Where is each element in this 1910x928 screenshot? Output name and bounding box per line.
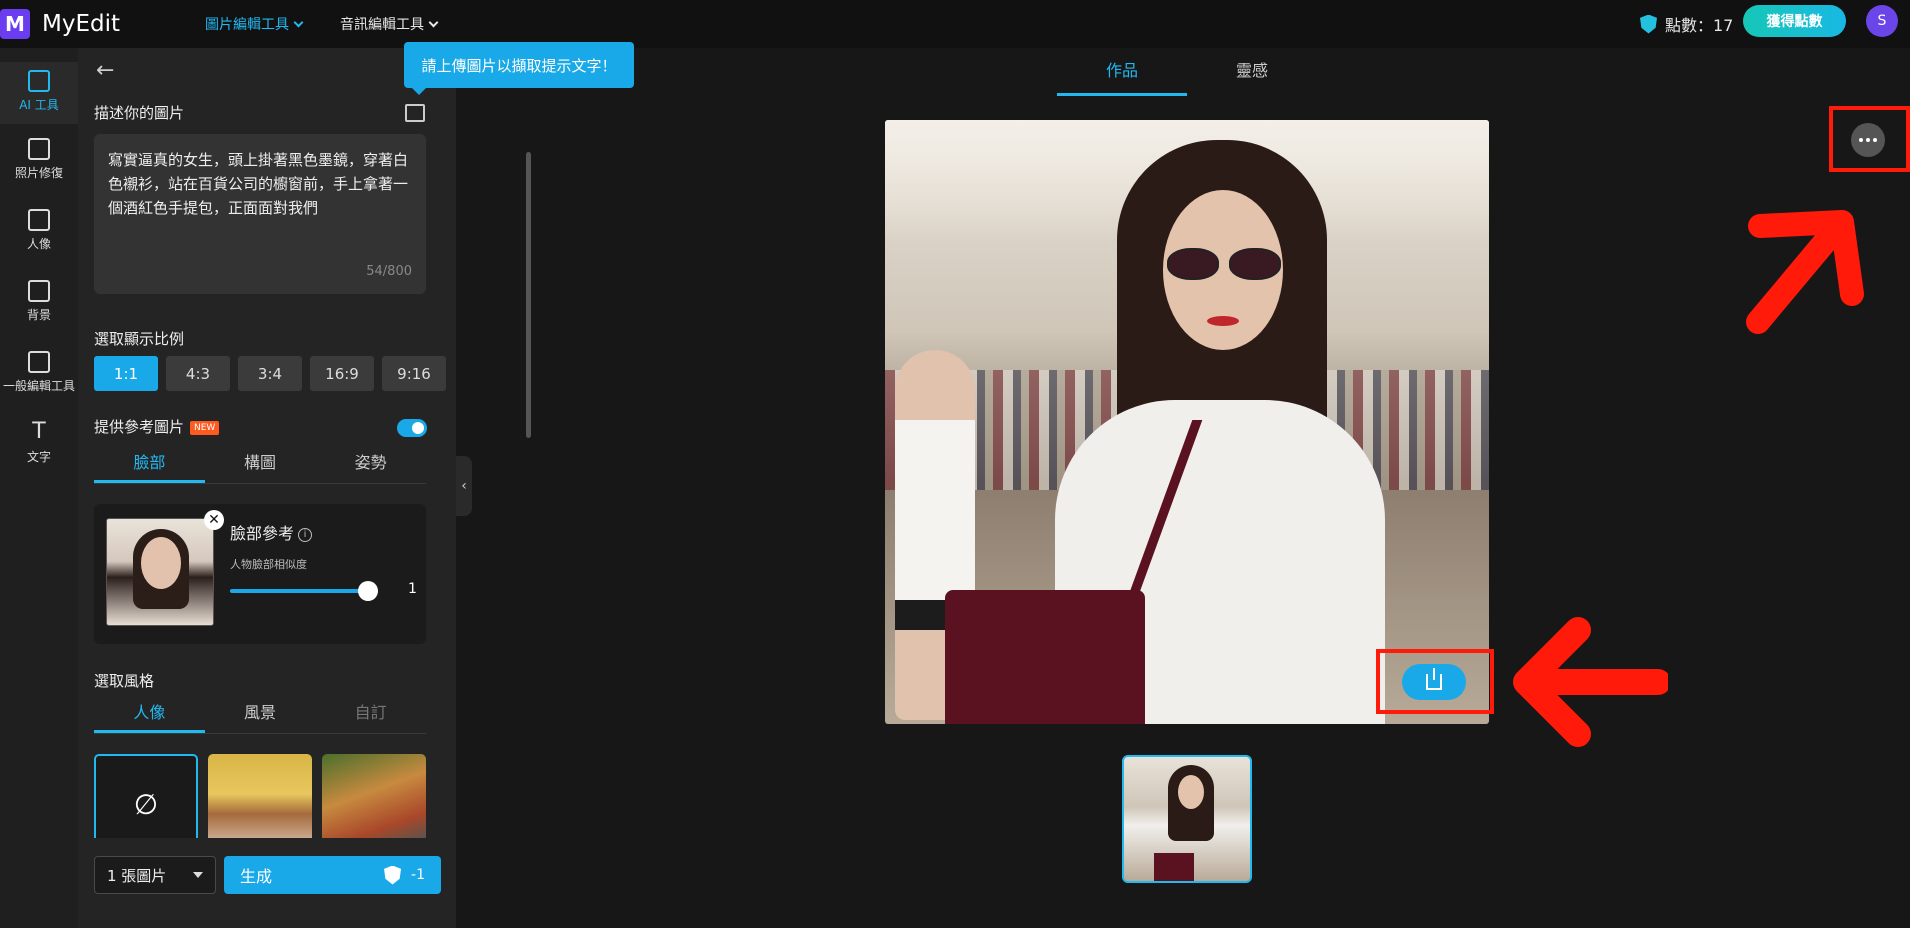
nav-image-tools[interactable]: 圖片編輯工具 bbox=[205, 14, 304, 34]
collapse-panel-button[interactable]: ‹ bbox=[456, 456, 472, 516]
style-tabs: 人像 風景 自訂 bbox=[94, 696, 426, 734]
similarity-value: 1 bbox=[408, 581, 417, 597]
points-shield-icon bbox=[1640, 14, 1657, 34]
new-badge: NEW bbox=[190, 420, 220, 435]
annotation-box-download bbox=[1376, 649, 1494, 714]
get-points-button[interactable]: 獲得點數 bbox=[1743, 5, 1846, 37]
panel-scrollbar[interactable] bbox=[526, 152, 531, 438]
upload-tooltip: 請上傳圖片以擷取提示文字！ bbox=[404, 42, 634, 95]
generate-button[interactable]: 生成 -1 bbox=[224, 856, 441, 894]
similarity-slider[interactable] bbox=[230, 581, 378, 601]
sidebar-item-text[interactable]: T 文字 bbox=[0, 419, 78, 465]
generate-bar: 1 張圖片 生成 -1 bbox=[94, 856, 441, 894]
general-tools-icon bbox=[28, 351, 50, 373]
result-thumbnail[interactable] bbox=[1122, 755, 1252, 883]
tab-pose[interactable]: 姿勢 bbox=[315, 446, 426, 483]
annotation-arrow-left bbox=[1513, 617, 1668, 747]
style-option-portrait[interactable] bbox=[208, 754, 312, 838]
close-icon[interactable]: ✕ bbox=[204, 510, 224, 530]
points-display: 點數：17 bbox=[1640, 10, 1733, 38]
sidebar-item-ai-tools[interactable]: AI 工具 bbox=[0, 62, 78, 124]
prompt-text: 寫實逼真的女生，頭上掛著黑色墨鏡，穿著白色襯衫，站在百貨公司的櫥窗前，手上拿著一… bbox=[108, 151, 409, 217]
ratio-1-1[interactable]: 1:1 bbox=[94, 356, 158, 391]
sidebar-item-portrait[interactable]: 人像 bbox=[0, 209, 78, 252]
top-bar: M MyEdit 圖片編輯工具 音訊編輯工具 點數：17 獲得點數 S bbox=[0, 0, 1910, 48]
face-reference-card: ✕ 臉部參考 i 人物臉部相似度 1 bbox=[94, 504, 426, 644]
annotation-box-more bbox=[1829, 106, 1910, 172]
reference-tabs: 臉部 構圖 姿勢 bbox=[94, 446, 426, 484]
tab-inspiration[interactable]: 靈感 bbox=[1187, 54, 1317, 96]
style-options: ∅ bbox=[94, 754, 426, 838]
left-nav: AI 工具 照片修復 人像 背景 一般編輯工具 T 文字 bbox=[0, 48, 78, 928]
app-name: MyEdit bbox=[42, 11, 120, 37]
tab-face[interactable]: 臉部 bbox=[94, 446, 205, 483]
face-reference-thumbnail bbox=[106, 518, 214, 626]
upload-image-icon[interactable] bbox=[405, 104, 425, 122]
style-label: 選取風格 bbox=[94, 672, 155, 690]
points-shield-icon bbox=[384, 865, 402, 885]
nav-audio-tools[interactable]: 音訊編輯工具 bbox=[340, 14, 439, 34]
describe-label: 描述你的圖片 bbox=[94, 104, 185, 122]
avatar[interactable]: S bbox=[1866, 5, 1898, 37]
sidebar-item-general-tools[interactable]: 一般編輯工具 bbox=[0, 351, 78, 394]
ratio-options: 1:1 4:3 3:4 16:9 9:16 bbox=[94, 356, 446, 391]
sidebar-item-photo-repair[interactable]: 照片修復 bbox=[0, 138, 78, 181]
face-reference-title: 臉部參考 i bbox=[230, 520, 313, 544]
reference-toggle[interactable] bbox=[397, 419, 427, 437]
back-arrow-icon[interactable]: ← bbox=[96, 58, 114, 83]
tab-portrait-style[interactable]: 人像 bbox=[94, 696, 205, 733]
chevron-down-icon bbox=[428, 17, 439, 27]
tab-works[interactable]: 作品 bbox=[1057, 54, 1187, 96]
sidebar-item-background[interactable]: 背景 bbox=[0, 280, 78, 323]
text-icon: T bbox=[32, 419, 46, 444]
slider-handle[interactable] bbox=[358, 581, 378, 601]
annotation-arrow-up-right bbox=[1746, 210, 1864, 334]
image-count-select[interactable]: 1 張圖片 bbox=[94, 856, 216, 894]
similarity-label: 人物臉部相似度 bbox=[230, 558, 307, 571]
ratio-16-9[interactable]: 16:9 bbox=[310, 356, 374, 391]
magic-wand-icon bbox=[28, 70, 50, 92]
main-tabs: 作品 靈感 bbox=[1057, 54, 1317, 96]
ratio-4-3[interactable]: 4:3 bbox=[166, 356, 230, 391]
generate-cost: -1 bbox=[411, 867, 425, 883]
tab-custom-style[interactable]: 自訂 bbox=[315, 696, 426, 733]
top-nav: 圖片編輯工具 音訊編輯工具 bbox=[205, 0, 439, 48]
background-icon bbox=[28, 280, 50, 302]
prompt-textarea[interactable]: 寫實逼真的女生，頭上掛著黑色墨鏡，穿著白色襯衫，站在百貨公司的櫥窗前，手上拿著一… bbox=[94, 134, 426, 294]
style-option-painting[interactable] bbox=[322, 754, 426, 838]
tab-landscape-style[interactable]: 風景 bbox=[205, 696, 316, 733]
ai-tool-panel: ← 描述你的圖片 寫實逼真的女生，頭上掛著黑色墨鏡，穿著白色襯衫，站在百貨公司的… bbox=[78, 48, 531, 928]
photo-repair-icon bbox=[28, 138, 50, 160]
points-label: 點數：17 bbox=[1665, 16, 1734, 35]
info-icon[interactable]: i bbox=[298, 527, 313, 542]
tab-composition[interactable]: 構圖 bbox=[205, 446, 316, 483]
reference-label: 提供參考圖片 NEW bbox=[94, 416, 220, 437]
char-counter: 54/800 bbox=[366, 264, 412, 279]
logo[interactable]: M MyEdit bbox=[0, 9, 120, 39]
myedit-logo-icon: M bbox=[0, 9, 30, 39]
ratio-label: 選取顯示比例 bbox=[94, 330, 185, 348]
caret-down-icon bbox=[193, 872, 203, 878]
portrait-icon bbox=[28, 209, 50, 231]
generated-image bbox=[885, 120, 1489, 724]
style-none-option[interactable]: ∅ bbox=[94, 754, 198, 838]
chevron-down-icon bbox=[293, 17, 304, 27]
ratio-9-16[interactable]: 9:16 bbox=[382, 356, 446, 391]
ratio-3-4[interactable]: 3:4 bbox=[238, 356, 302, 391]
